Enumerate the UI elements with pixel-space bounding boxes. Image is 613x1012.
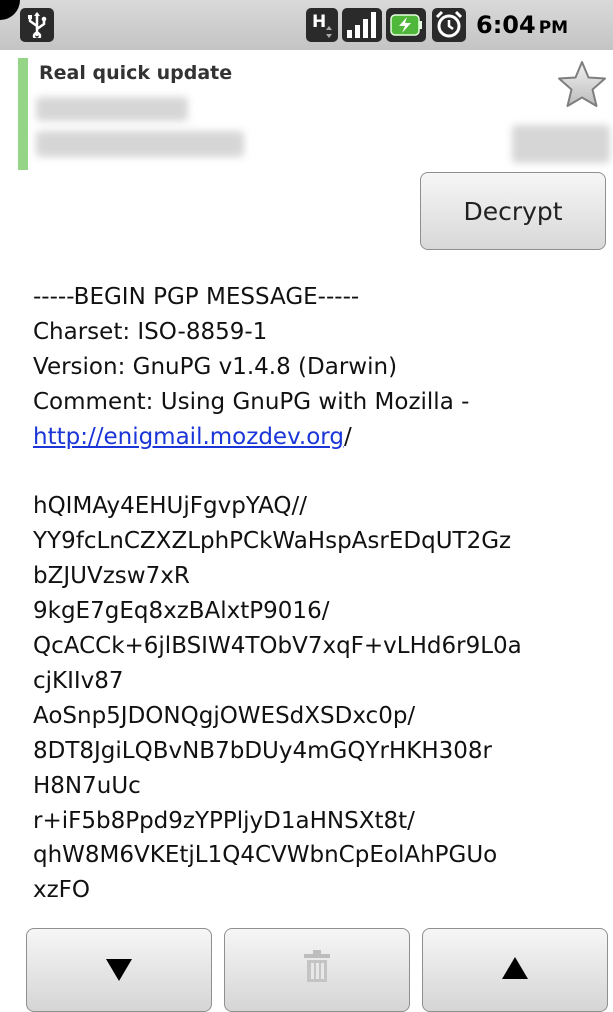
- battery-charging-icon: [386, 8, 426, 42]
- cipher-line: YY9fcLnCZXZLphPCkWaHspAsrEDqUT2Gz: [33, 528, 512, 555]
- cipher-line: hQIMAy4EHUjFgvpYAQ//: [33, 493, 308, 520]
- star-icon[interactable]: [556, 60, 608, 110]
- cipher-line: 9kgE7gEq8xzBAlxtP9016/: [33, 598, 330, 625]
- older-message-button[interactable]: [26, 928, 212, 1012]
- message-header[interactable]: Real quick update: [0, 50, 613, 172]
- pgp-header-line: -----BEGIN PGP MESSAGE-----: [33, 284, 360, 310]
- hplus-network-icon: H: [306, 8, 338, 42]
- date-redacted: [512, 125, 610, 163]
- pgp-header-line: Comment: Using GnuPG with Mozilla -: [33, 388, 470, 415]
- bottom-toolbar: [0, 918, 613, 1012]
- message-subject: Real quick update: [39, 62, 233, 84]
- decrypt-button[interactable]: Decrypt: [420, 172, 606, 250]
- pgp-header-line: Charset: ISO-8859-1: [33, 318, 268, 345]
- cipher-line: H8N7uUc: [33, 772, 141, 799]
- cipher-line: 8DT8JgiLQBvNB7bDUy4mGQYrHKH308r: [33, 737, 492, 764]
- signal-bars-icon: [342, 8, 382, 42]
- cipher-line: cjKIIv87: [33, 667, 124, 694]
- link-suffix: /: [343, 423, 352, 450]
- link-line: http://enigmail.mozdev.org/: [33, 420, 603, 455]
- trash-icon: [304, 950, 330, 982]
- message-body: -----BEGIN PGP MESSAGE----- Charset: ISO…: [33, 280, 603, 910]
- delete-button[interactable]: [224, 928, 410, 1012]
- arrow-down-icon: [106, 959, 132, 981]
- svg-text:H: H: [312, 12, 326, 32]
- status-bar: H 6:04 PM: [0, 0, 613, 50]
- clock-time: 6:04: [476, 11, 536, 39]
- cipher-line: QcACCk+6jlBSIW4TObV7xqF+vLHd6r9L0a: [33, 633, 522, 660]
- usb-debug-icon: [20, 8, 54, 42]
- alarm-clock-icon: [432, 8, 466, 42]
- cipher-line: bZJUVzsw7xR: [33, 563, 190, 590]
- clock-ampm: PM: [538, 18, 569, 38]
- arrow-up-icon: [502, 957, 528, 979]
- cipher-line: AoSnp5JDONQgjOWESdXSDxc0p/: [33, 702, 416, 729]
- cipher-line: qhW8M6VKEtjL1Q4CVWbnCpEolAhPGUo: [33, 842, 498, 869]
- sender-name-redacted: [36, 97, 188, 121]
- status-bar-corner: [0, 0, 20, 20]
- account-color-bar: [18, 58, 28, 170]
- cipher-line: r+iF5b8Ppd9zYPPljyD1aHNSXt8t/: [33, 807, 415, 834]
- enigmail-link[interactable]: http://enigmail.mozdev.org: [33, 424, 344, 450]
- newer-message-button[interactable]: [422, 928, 608, 1012]
- cipher-line: xzFO: [33, 877, 91, 904]
- status-clock: 6:04 PM: [476, 8, 568, 42]
- recipient-redacted: [36, 131, 244, 157]
- pgp-header-line: Version: GnuPG v1.4.8 (Darwin): [33, 353, 398, 380]
